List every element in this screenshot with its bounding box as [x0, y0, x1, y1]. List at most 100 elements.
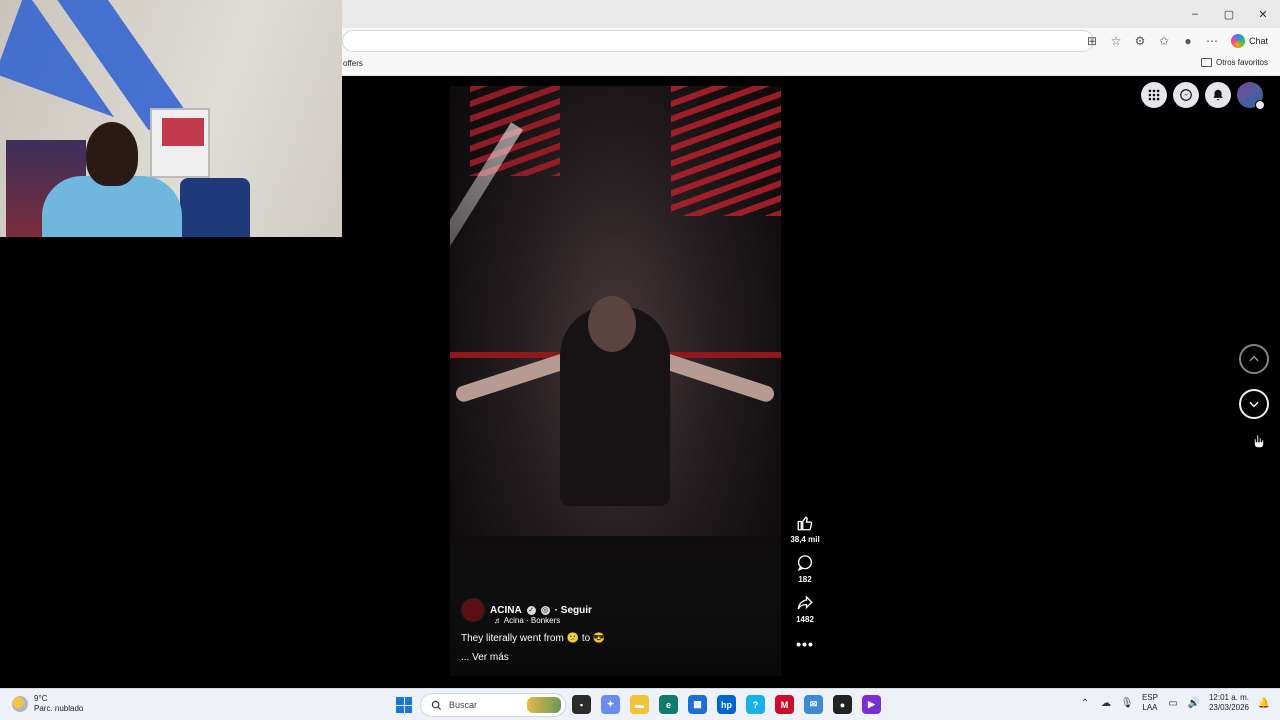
favorite-star-icon[interactable]: ☆: [1107, 32, 1125, 50]
like-icon: [797, 516, 813, 531]
other-favorites-label: Otros favoritos: [1215, 58, 1268, 67]
clock-time: 12:01 a. m.: [1208, 693, 1249, 702]
minimize-button[interactable]: –: [1178, 0, 1212, 28]
mcafee-app-icon[interactable]: M: [775, 695, 794, 714]
obs-app-icon[interactable]: ●: [833, 695, 852, 714]
post-info: ACINA ✓ ◎ · Seguir ♬ Acina · Bonkers The…: [461, 598, 761, 663]
copilot-chat-button[interactable]: Chat: [1227, 34, 1272, 48]
address-bar[interactable]: [342, 30, 1094, 52]
reel-video[interactable]: [450, 86, 781, 676]
like-action[interactable]: 38,4 mil: [790, 514, 820, 544]
task-view-app-icon[interactable]: ▪: [572, 695, 591, 714]
extensions-icon[interactable]: ⚙: [1131, 32, 1149, 50]
next-reel-button[interactable]: [1239, 389, 1269, 419]
store-app-icon[interactable]: ▦: [688, 695, 707, 714]
volume-icon[interactable]: 🔊: [1188, 697, 1200, 709]
more-options-icon[interactable]: •••: [796, 636, 814, 652]
windows-logo-tile: [404, 697, 412, 705]
account-avatar[interactable]: [1237, 82, 1265, 110]
screen: – ▢ ✕ ⊞ ☆ ⚙ ✩ ● ⋯ Chat offers Otros favo…: [0, 0, 1280, 720]
weather-text: 9°C Parc. nublado: [34, 694, 83, 714]
windows-logo-tile: [404, 705, 412, 713]
notifications-bell-icon[interactable]: 🔔: [1258, 697, 1270, 709]
chat-label: Chat: [1248, 36, 1268, 46]
windows-logo-tile: [396, 697, 404, 705]
partly-cloudy-icon: [12, 696, 28, 712]
outlook-app-icon[interactable]: ✉: [804, 695, 823, 714]
webcam-overlay: [0, 0, 342, 237]
webcam-chair: [180, 178, 250, 237]
browser-toolbar: ⊞ ☆ ⚙ ✩ ● ⋯ Chat: [1083, 31, 1272, 51]
weather-widget[interactable]: 9°C Parc. nublado: [12, 694, 83, 714]
window-controls: – ▢ ✕: [1178, 0, 1280, 28]
hand-cursor-icon: [1254, 434, 1264, 448]
search-label: Buscar: [449, 700, 478, 710]
language-indicator[interactable]: ESP LAA: [1142, 693, 1158, 713]
reel-actions: 38,4 mil 182 1482 •••: [785, 514, 825, 652]
notifications-button[interactable]: [1205, 82, 1231, 108]
system-tray: ⌃ ☁ 🎙 ESP LAA ▭ 🔊 12:01 a. m. 23/03/2026…: [1079, 693, 1271, 713]
menu-grid-button[interactable]: [1141, 82, 1167, 108]
maximize-button[interactable]: ▢: [1212, 0, 1246, 28]
comment-count: 182: [798, 575, 812, 584]
bell-icon: [1213, 89, 1223, 101]
author-name[interactable]: ACINA: [490, 605, 522, 616]
other-favorites-folder[interactable]: Otros favoritos: [1200, 58, 1268, 67]
dancer-head: [588, 296, 636, 352]
messenger-icon: [1180, 89, 1192, 101]
clock-date: 23/03/2026: [1208, 703, 1249, 712]
weather-desc: Parc. nublado: [34, 704, 84, 713]
folder-icon: [1200, 58, 1212, 67]
audio-track[interactable]: ♬ Acina · Bonkers: [494, 616, 761, 625]
messenger-button[interactable]: [1173, 82, 1199, 108]
chevron-up-icon[interactable]: ⌃: [1079, 697, 1091, 709]
copilot-app-icon[interactable]: ✦: [601, 695, 620, 714]
share-action[interactable]: 1482: [796, 594, 814, 624]
public-globe-icon: ◎: [540, 605, 550, 615]
grid-icon: [1148, 89, 1160, 101]
previous-reel-button[interactable]: [1239, 344, 1269, 374]
search-highlight-image: [527, 697, 561, 713]
share-count: 1482: [796, 615, 814, 624]
like-count: 38,4 mil: [790, 535, 820, 544]
stage-lights-right: [671, 86, 781, 216]
network-icon[interactable]: ▭: [1167, 697, 1179, 709]
webcam-sign: [162, 118, 204, 146]
hp-app-icon[interactable]: hp: [717, 695, 736, 714]
windows-logo-tile: [396, 705, 404, 713]
post-caption: They literally went from 😕 to 😎: [461, 633, 606, 644]
share-icon: [797, 595, 813, 610]
weather-temp: 9°C: [34, 694, 48, 703]
windows-taskbar: 9°C Parc. nublado Buscar ▪ ✦ ▬ e ▦ hp ? …: [0, 688, 1280, 720]
close-button[interactable]: ✕: [1246, 0, 1280, 28]
taskbar-search[interactable]: Buscar: [420, 693, 566, 717]
see-more-link[interactable]: ... Ver más: [461, 652, 761, 663]
verified-badge-icon: ✓: [526, 605, 536, 615]
keyboard-layout: LAA: [1142, 703, 1158, 712]
cloud-icon[interactable]: ☁: [1100, 697, 1112, 709]
tips-app-icon[interactable]: ?: [746, 695, 765, 714]
language-code: ESP: [1141, 693, 1158, 702]
file-explorer-app-icon[interactable]: ▬: [630, 695, 649, 714]
author-avatar[interactable]: [461, 598, 485, 622]
webcam-person-head: [86, 122, 138, 186]
app-available-icon[interactable]: ⊞: [1083, 32, 1101, 50]
follow-button[interactable]: · Seguir: [555, 605, 592, 616]
chevron-down-icon: [1255, 100, 1265, 110]
favorite-offers-link[interactable]: offers: [343, 59, 363, 68]
chevron-up-icon: [1249, 355, 1259, 362]
chevron-down-icon: [1249, 401, 1259, 408]
comment-icon: [797, 555, 813, 572]
clock[interactable]: 12:01 a. m. 23/03/2026: [1209, 693, 1249, 713]
profile-icon[interactable]: ●: [1179, 32, 1197, 50]
clipchamp-app-icon[interactable]: ▶: [862, 695, 881, 714]
search-icon: [431, 700, 442, 710]
start-button[interactable]: [396, 697, 412, 713]
comment-action[interactable]: 182: [796, 554, 814, 584]
microphone-icon[interactable]: 🎙: [1121, 697, 1134, 709]
top-nav-icons: [1141, 82, 1265, 110]
favorites-list-icon[interactable]: ✩: [1155, 32, 1173, 50]
edge-browser-app-icon[interactable]: e: [659, 695, 678, 714]
menu-dots-icon[interactable]: ⋯: [1203, 32, 1221, 50]
taskbar-apps: ▪ ✦ ▬ e ▦ hp ? M ✉ ● ▶: [572, 695, 881, 714]
